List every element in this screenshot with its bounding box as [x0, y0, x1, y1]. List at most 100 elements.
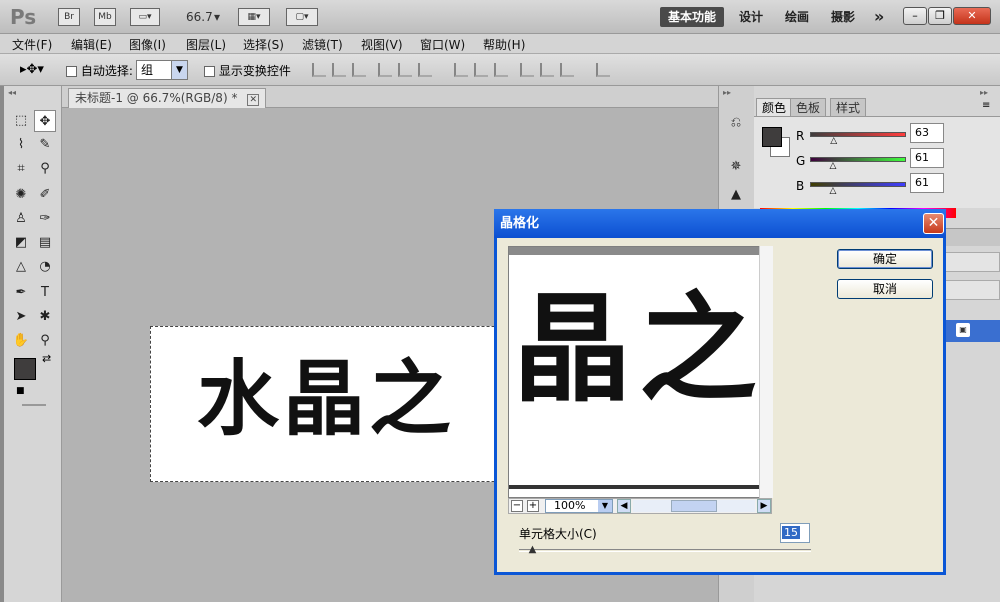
more-workspaces-icon[interactable]: »	[866, 7, 892, 27]
type-tool-icon[interactable]: T	[34, 282, 56, 304]
eraser-tool-icon[interactable]: ◩	[10, 232, 32, 254]
history-brush-tool-icon[interactable]: ✑	[34, 208, 56, 230]
channel-b-slider[interactable]: △	[810, 182, 906, 196]
scroll-left-icon[interactable]: ◀	[617, 499, 631, 513]
panel-foreground-swatch[interactable]	[762, 127, 782, 147]
menu-filter[interactable]: 滤镜(T)	[302, 36, 343, 53]
align-bottom-icon[interactable]	[352, 63, 366, 77]
menu-file[interactable]: 文件(F)	[12, 36, 52, 53]
blur-tool-icon[interactable]: △	[10, 256, 32, 278]
shape-tool-icon[interactable]: ✱	[34, 306, 56, 328]
dialog-title-bar[interactable]: 晶格化 ✕	[494, 209, 946, 238]
cancel-button[interactable]: 取消	[837, 279, 933, 299]
move-tool-preset-icon[interactable]: ▸✥▾	[20, 62, 44, 77]
menu-view[interactable]: 视图(V)	[361, 36, 403, 53]
scrollbar-thumb[interactable]	[671, 500, 717, 512]
distribute-vcenter-icon[interactable]	[474, 63, 488, 77]
channel-r-value[interactable]: 63	[910, 123, 944, 143]
dodge-tool-icon[interactable]: ◔	[34, 256, 56, 278]
zoom-tool-icon[interactable]: ⚲	[34, 330, 56, 352]
path-selection-tool-icon[interactable]: ➤	[10, 306, 32, 328]
bridge-button[interactable]: Br	[58, 8, 80, 26]
menu-help[interactable]: 帮助(H)	[483, 36, 525, 53]
show-transform-option[interactable]: 显示变换控件	[204, 62, 291, 79]
quick-select-tool-icon[interactable]: ✎	[34, 134, 56, 156]
tab-styles[interactable]: 样式	[830, 98, 867, 116]
arrange-documents-button[interactable]: ▦▾	[238, 8, 270, 26]
clone-stamp-tool-icon[interactable]: ♙	[10, 208, 32, 230]
menu-image[interactable]: 图像(I)	[129, 36, 166, 53]
show-transform-checkbox[interactable]	[204, 66, 215, 77]
distribute-hcenter-icon[interactable]	[540, 63, 554, 77]
dialog-close-icon[interactable]: ✕	[923, 213, 944, 234]
scroll-right-icon[interactable]: ▶	[757, 499, 771, 513]
workspace-design[interactable]: 设计	[731, 7, 771, 27]
workspace-essentials[interactable]: 基本功能	[660, 7, 725, 27]
close-icon[interactable]: ✕	[953, 7, 991, 25]
histogram-panel-icon[interactable]: ▲	[725, 184, 747, 206]
opacity-field[interactable]	[944, 252, 1000, 272]
workspace-photography[interactable]: 摄影	[823, 7, 863, 27]
menu-window[interactable]: 窗口(W)	[420, 36, 465, 53]
align-top-icon[interactable]	[312, 63, 326, 77]
zoom-in-icon[interactable]: +	[527, 500, 539, 512]
brush-tool-icon[interactable]: ✐	[34, 184, 56, 206]
swap-colors-icon[interactable]: ⇄	[42, 352, 51, 365]
channel-g-value[interactable]: 61	[910, 148, 944, 168]
collapse-panels-icon[interactable]: ▸▸	[980, 88, 988, 97]
minimize-icon[interactable]: –	[903, 7, 927, 25]
channel-r-thumb[interactable]: △	[830, 136, 837, 146]
channel-b-thumb[interactable]: △	[829, 186, 836, 196]
distribute-right-icon[interactable]	[560, 63, 574, 77]
quick-mask-icon[interactable]	[22, 404, 46, 406]
history-panel-icon[interactable]: ⎌	[725, 112, 747, 134]
channel-g-thumb[interactable]: △	[829, 161, 836, 171]
marquee-tool-icon[interactable]: ⬚	[10, 110, 32, 132]
default-colors-icon[interactable]: ■	[16, 386, 25, 396]
tab-color[interactable]: 颜色	[756, 98, 793, 116]
auto-select-dropdown[interactable]: 组 ▼	[136, 60, 188, 80]
collapse-icon[interactable]: ◂◂	[8, 88, 58, 97]
crop-tool-icon[interactable]: ⌗	[10, 158, 32, 180]
auto-align-layers-icon[interactable]	[596, 63, 610, 77]
mini-bridge-button[interactable]: Mb	[94, 8, 116, 26]
distribute-left-icon[interactable]	[520, 63, 534, 77]
channel-g-slider[interactable]: △	[810, 157, 906, 171]
expand-panels-icon[interactable]: ▸▸	[723, 88, 731, 97]
view-extras-button[interactable]: ▭▾	[130, 8, 160, 26]
menu-layer[interactable]: 图层(L)	[186, 36, 226, 53]
ok-button[interactable]: 确定	[837, 249, 933, 269]
zoom-dropdown-icon[interactable]: ▾	[214, 10, 220, 24]
cell-size-thumb[interactable]: ▲	[529, 544, 537, 555]
gradient-tool-icon[interactable]: ▤	[34, 232, 56, 254]
workspace-painting[interactable]: 绘画	[777, 7, 817, 27]
menu-select[interactable]: 选择(S)	[243, 36, 284, 53]
document-tab[interactable]: 未标题-1 @ 66.7%(RGB/8) * ✕	[68, 88, 267, 108]
filter-preview[interactable]: 晶之	[508, 246, 772, 498]
fill-field[interactable]	[944, 280, 1000, 300]
panel-menu-icon[interactable]: ≡	[982, 100, 990, 111]
tab-swatches[interactable]: 色板	[790, 98, 827, 116]
preview-horizontal-scrollbar[interactable]	[633, 500, 755, 512]
close-document-icon[interactable]: ✕	[247, 94, 260, 106]
auto-select-option[interactable]: 自动选择:	[66, 62, 133, 79]
distribute-top-icon[interactable]	[454, 63, 468, 77]
cell-size-slider[interactable]: ▲	[519, 544, 811, 555]
zoom-level[interactable]: 66.7	[186, 10, 213, 24]
pen-tool-icon[interactable]: ✒	[10, 282, 32, 304]
menu-edit[interactable]: 编辑(E)	[71, 36, 112, 53]
align-vcenter-icon[interactable]	[332, 63, 346, 77]
lasso-tool-icon[interactable]: ⌇	[10, 134, 32, 156]
spot-healing-tool-icon[interactable]: ✺	[10, 184, 32, 206]
eyedropper-tool-icon[interactable]: ⚲	[34, 158, 56, 180]
hand-tool-icon[interactable]: ✋	[10, 330, 32, 352]
channel-r-slider[interactable]: △	[810, 132, 906, 146]
restore-icon[interactable]: ❐	[928, 7, 952, 25]
auto-select-checkbox[interactable]	[66, 66, 77, 77]
navigator-panel-icon[interactable]: ✵	[725, 156, 747, 178]
distribute-bottom-icon[interactable]	[494, 63, 508, 77]
preview-vertical-scrollbar[interactable]	[759, 246, 773, 498]
cell-size-input[interactable]: 15	[780, 523, 810, 543]
screen-mode-button[interactable]: ▢▾	[286, 8, 318, 26]
move-tool-icon[interactable]: ✥	[34, 110, 56, 132]
